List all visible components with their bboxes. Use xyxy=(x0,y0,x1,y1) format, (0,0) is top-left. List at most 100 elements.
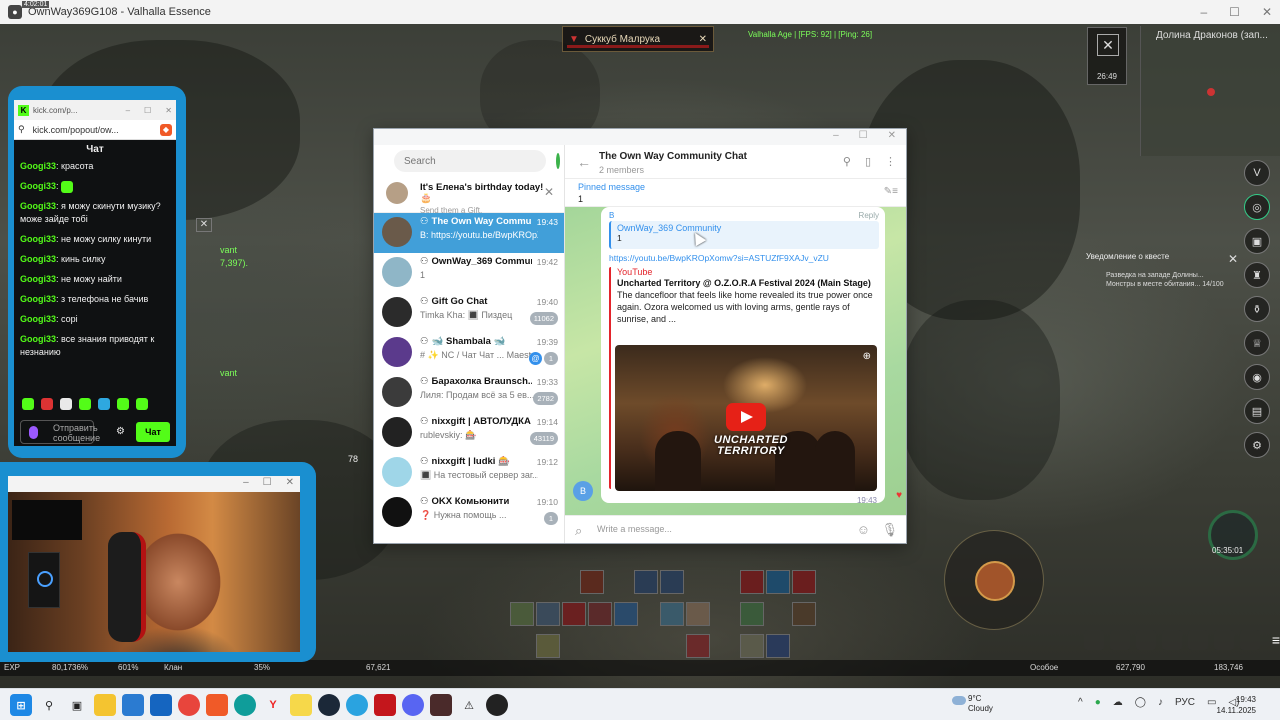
maximize-button[interactable]: ☐ xyxy=(859,130,868,141)
emote-icon[interactable] xyxy=(60,398,72,410)
skill-slot[interactable] xyxy=(686,602,710,626)
file-explorer-icon[interactable] xyxy=(94,694,116,716)
sender-avatar[interactable]: B xyxy=(573,481,593,501)
skill-slot[interactable] xyxy=(536,634,560,658)
obs-icon[interactable] xyxy=(486,694,508,716)
trophy-icon[interactable]: ♕ xyxy=(1244,330,1270,356)
close-icon[interactable]: ✕ xyxy=(1228,252,1238,266)
skill-slot[interactable] xyxy=(614,602,638,626)
skill-slot[interactable] xyxy=(740,570,764,594)
skill-slot[interactable] xyxy=(740,634,764,658)
skill-slot[interactable] xyxy=(588,602,612,626)
emoji-icon[interactable]: ☺ xyxy=(857,522,870,537)
headset-icon[interactable]: ◯ xyxy=(1135,697,1146,708)
play-button-icon[interactable] xyxy=(726,403,766,431)
chat-list-item[interactable]: ⚇ OKX Комьюнити ❓ Нужна помощь ... 19:10 1 xyxy=(374,493,564,533)
potion-icon[interactable]: ⚱ xyxy=(1244,296,1270,322)
reply-button[interactable]: Reply xyxy=(859,211,879,220)
skill-slot[interactable] xyxy=(792,570,816,594)
chat-list-item[interactable]: ⚇ Gift Go Chat Timka Kha: 🔳 Пиздец 19:40 110… xyxy=(374,293,564,333)
quest-notification[interactable]: Уведомление о квесте ✕ Разведка на запад… xyxy=(1086,252,1240,298)
hamburger-icon[interactable]: ≡ xyxy=(1266,630,1280,650)
chat-list-item[interactable]: ⚇OwnWay_369 Commun... 1 19:42 xyxy=(374,253,564,293)
close-icon[interactable]: ✕ xyxy=(544,185,554,199)
heart-reaction-icon[interactable]: ♥ xyxy=(896,490,902,501)
skill-slot[interactable] xyxy=(660,602,684,626)
windows-start-icon[interactable]: ⊞ xyxy=(10,694,32,716)
skill-slot[interactable] xyxy=(686,634,710,658)
pinned-message[interactable]: Pinned message 1 ✎≡ xyxy=(565,179,906,207)
v-icon[interactable]: V xyxy=(1244,160,1270,186)
emote-icon[interactable] xyxy=(22,398,34,410)
minimize-button[interactable]: – xyxy=(126,106,130,115)
language-indicator[interactable]: РУС xyxy=(1175,697,1195,708)
chat-input[interactable]: Отправить сообщение xyxy=(20,420,100,444)
helmet-icon[interactable]: ♜ xyxy=(1244,262,1270,288)
adobe-icon[interactable] xyxy=(374,694,396,716)
minimize-button[interactable]: – xyxy=(243,477,249,488)
chevron-up-icon[interactable]: ^ xyxy=(1078,697,1083,708)
yandex-icon[interactable]: Y xyxy=(262,694,284,716)
brave-icon[interactable] xyxy=(206,694,228,716)
gear-icon[interactable]: ⚙ xyxy=(116,426,125,437)
menu-icon[interactable] xyxy=(1188,630,1208,650)
message-area[interactable]: B Reply OwnWay_369 Community 1 https://y… xyxy=(565,207,906,515)
message-input[interactable]: Write a message... xyxy=(597,524,672,534)
menu-icon[interactable] xyxy=(1136,630,1156,650)
chat-list-item[interactable]: ⚇ Барахолка Braunsch... Лиля: Продам всё з… xyxy=(374,373,564,413)
chat-username[interactable]: Googi33 xyxy=(20,314,56,324)
emote-icon[interactable] xyxy=(136,398,148,410)
message-bubble[interactable]: B Reply OwnWay_369 Community 1 https://y… xyxy=(601,207,885,505)
weather-widget[interactable]: 9°C Cloudy xyxy=(952,694,993,714)
game-icon[interactable] xyxy=(430,694,452,716)
attach-icon[interactable]: ⌕ xyxy=(575,523,582,539)
network-icon[interactable]: ▭ xyxy=(1207,697,1216,708)
menu-icon[interactable] xyxy=(1084,630,1104,650)
gear-icon[interactable]: ⚙ xyxy=(1244,432,1270,458)
cloud-icon[interactable]: ☁ xyxy=(1113,697,1123,708)
zoom-icon[interactable]: ⊕ xyxy=(863,351,871,362)
menu-icon[interactable] xyxy=(1214,630,1234,650)
emote-icon[interactable] xyxy=(79,398,91,410)
skill-slot[interactable] xyxy=(510,602,534,626)
skill-slot[interactable] xyxy=(634,570,658,594)
menu-icon[interactable] xyxy=(1162,630,1182,650)
pin-list-icon[interactable]: ✎≡ xyxy=(884,186,898,197)
skill-slot[interactable] xyxy=(740,602,764,626)
back-arrow-icon[interactable]: ← xyxy=(577,154,591,170)
brave-shield-icon[interactable]: ◆ xyxy=(160,123,172,136)
send-chat-button[interactable]: Чат xyxy=(136,422,170,442)
chat-username[interactable]: Googi33 xyxy=(20,294,56,304)
chat-list-item[interactable]: ⚇ The Own Way Commu... B: https://youtu.be… xyxy=(374,213,564,253)
minimize-button[interactable]: – xyxy=(1200,5,1207,19)
scroll-icon[interactable]: ▤ xyxy=(1244,398,1270,424)
maximize-button[interactable]: ☐ xyxy=(263,477,272,488)
outlook-icon[interactable] xyxy=(150,694,172,716)
chat-username[interactable]: Googi33 xyxy=(20,274,56,284)
telegram-icon[interactable] xyxy=(346,694,368,716)
minimap[interactable] xyxy=(1140,26,1280,156)
skill-slot[interactable] xyxy=(536,602,560,626)
mic-icon[interactable]: ♪ xyxy=(1158,697,1163,708)
birthday-banner[interactable]: It's Елена's birthday today! 🎂 Send them… xyxy=(374,177,564,215)
more-icon[interactable]: ⋮ xyxy=(885,155,896,168)
chest-icon[interactable]: ▣ xyxy=(1244,228,1270,254)
search-icon[interactable]: ⚲ xyxy=(38,694,60,716)
sidebar-toggle-icon[interactable]: ▯ xyxy=(865,155,871,168)
video-thumbnail[interactable]: UNCHARTED TERRITORY ⊕ xyxy=(615,345,877,491)
minimize-button[interactable]: – xyxy=(833,130,839,141)
chat-list-item[interactable]: ⚇🐋 Shambala 🐋 # ✨ NC / Чат Чат ... Maestr… xyxy=(374,333,564,373)
close-button[interactable]: ✕ xyxy=(286,477,294,488)
chat-header[interactable]: ← The Own Way Community Chat 2 members ⚲… xyxy=(565,145,906,179)
site-settings-icon[interactable]: ⚲ xyxy=(18,124,25,135)
close-button[interactable]: ✕ xyxy=(888,130,896,141)
emote-icon[interactable] xyxy=(117,398,129,410)
mic-icon[interactable]: 🎙 xyxy=(881,522,898,538)
emote-icon[interactable] xyxy=(41,398,53,410)
chat-username[interactable]: Googi33 xyxy=(20,161,56,171)
link-preview[interactable]: YouTube Uncharted Territory @ O.Z.O.R.A … xyxy=(609,267,879,491)
skill-slot[interactable] xyxy=(766,570,790,594)
map-button[interactable]: ✕ 26:49 xyxy=(1087,27,1127,85)
emote-icon[interactable] xyxy=(98,398,110,410)
maximize-button[interactable]: ☐ xyxy=(144,106,151,115)
